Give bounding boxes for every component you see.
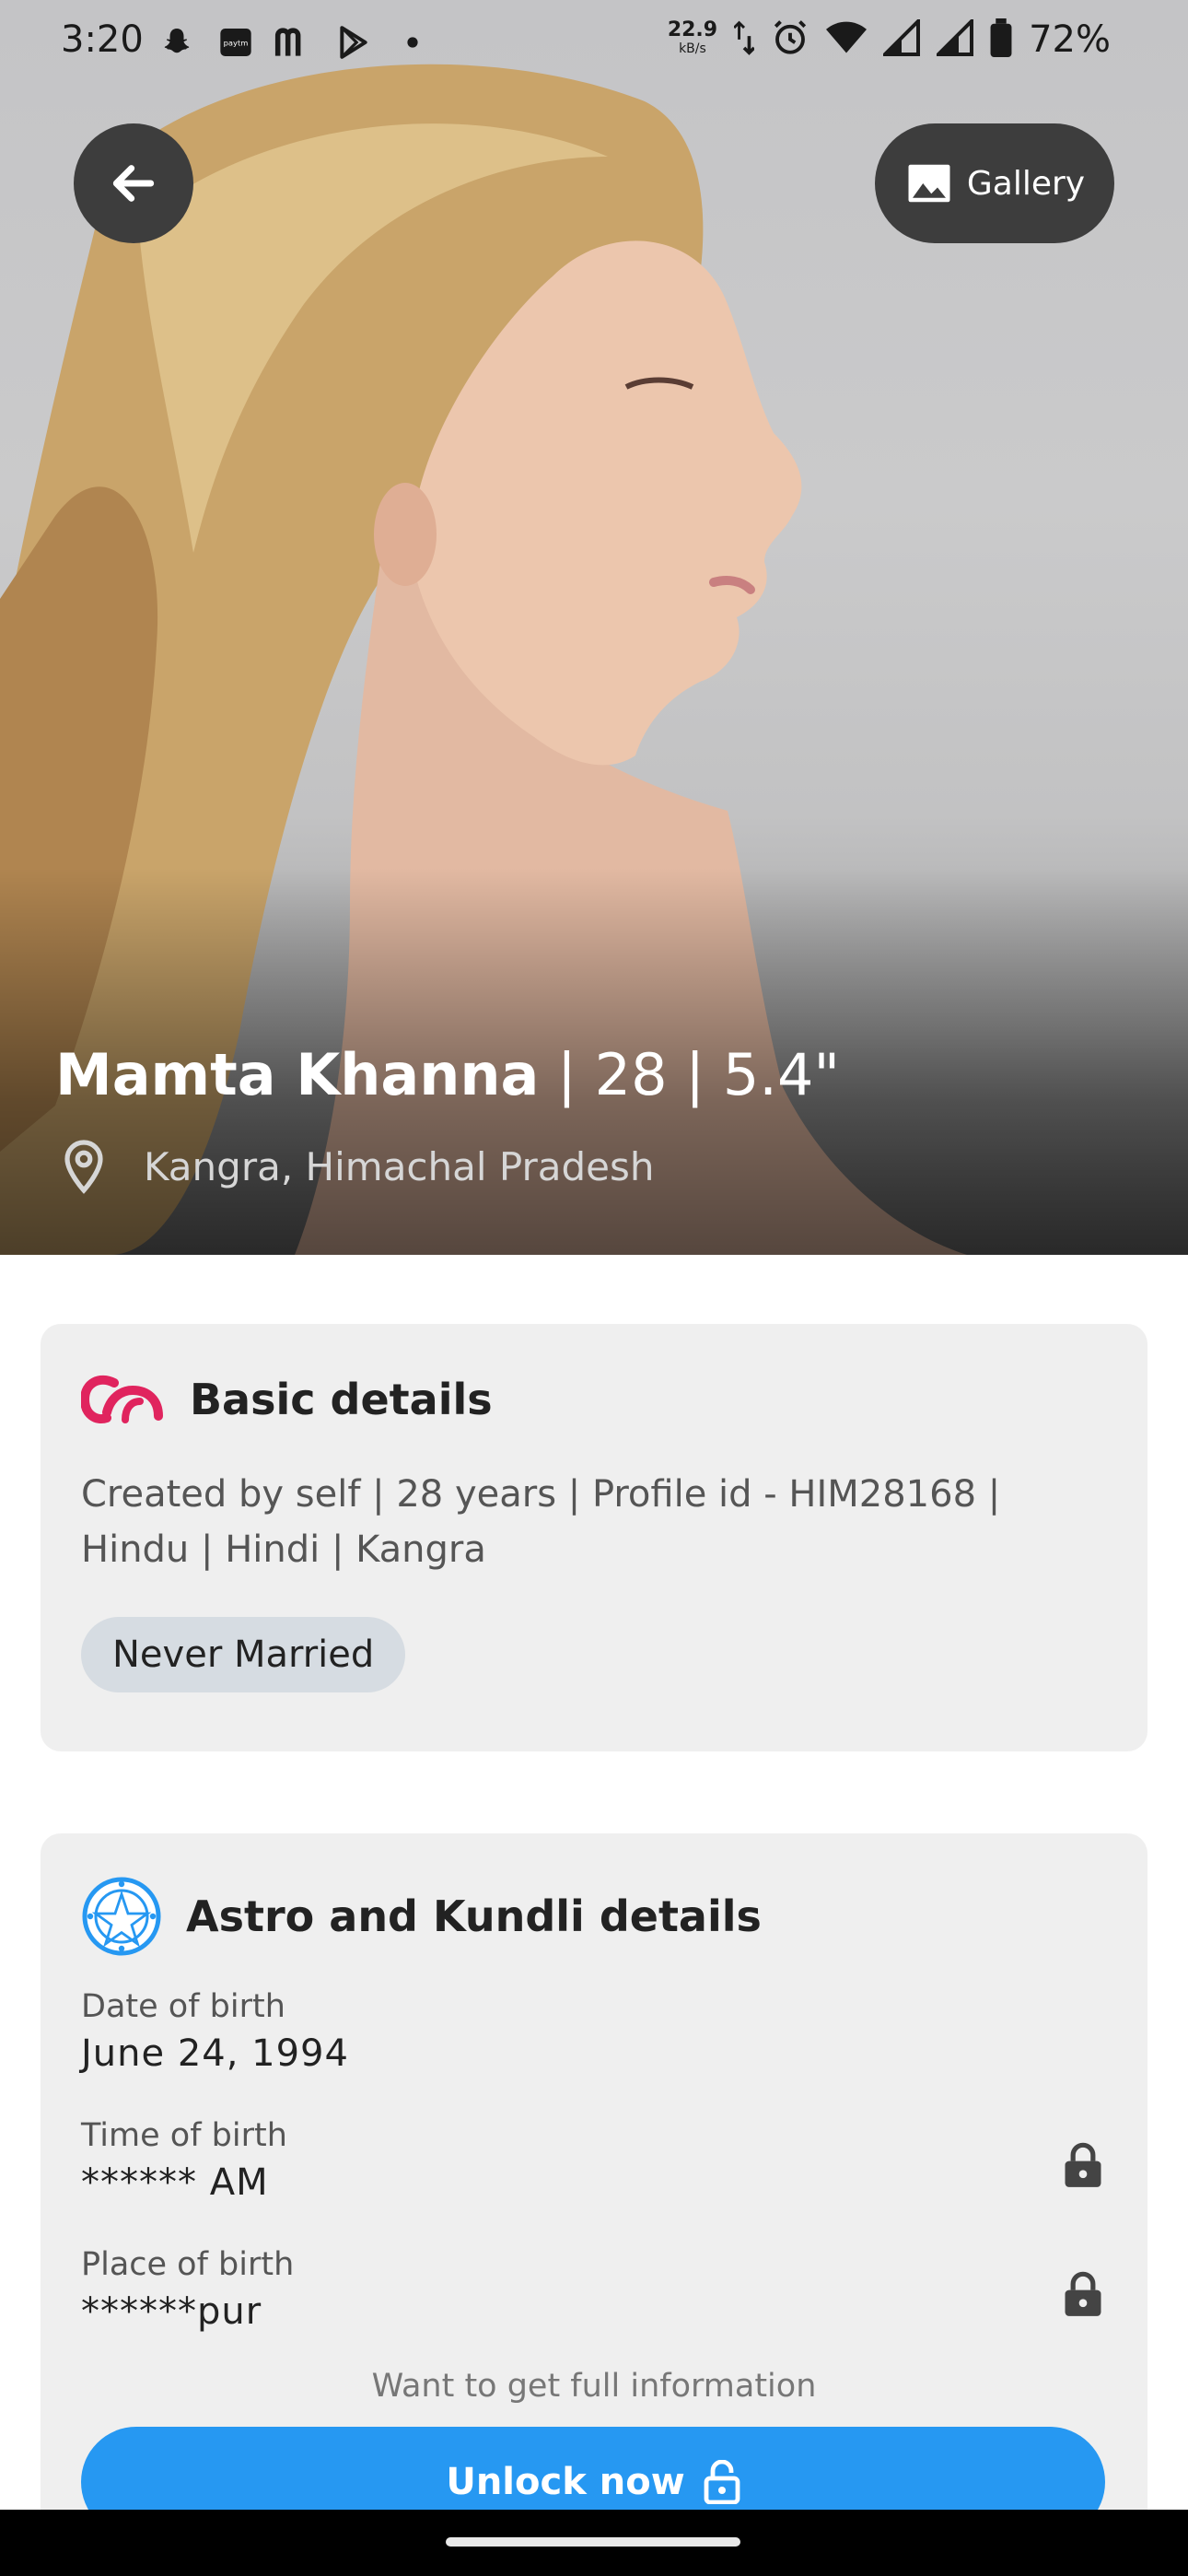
svg-text:paytm: paytm: [224, 38, 249, 47]
zodiac-wheel-icon: [82, 1877, 161, 1956]
back-button[interactable]: [74, 123, 193, 243]
status-time: 3:20: [61, 18, 144, 61]
net-speed-unit: kB/s: [679, 41, 706, 56]
field-label: Time of birth: [81, 2117, 287, 2154]
lock-icon[interactable]: [1063, 2141, 1103, 2189]
alarm-icon: [771, 18, 809, 61]
image-icon: [908, 164, 950, 203]
gallery-label: Gallery: [966, 164, 1086, 203]
unlock-prompt: Want to get full information: [371, 2368, 817, 2405]
gallery-button[interactable]: Gallery: [875, 123, 1114, 243]
profile-age-height: | 28 | 5.4": [539, 1041, 840, 1108]
brand-logo-icon: [81, 1375, 163, 1423]
signal-icon: [880, 17, 921, 60]
basic-details-description: Created by self | 28 years | Profile id …: [81, 1473, 1001, 1571]
place-of-birth-field: Place of birth ******pur: [81, 2246, 1103, 2333]
arrow-left-icon: [112, 165, 155, 202]
profile-hero: 3:20 paytm 22.9 kB/s 72% Gallery Mamta K…: [0, 0, 1188, 1255]
wifi-icon: [826, 19, 868, 60]
field-label: Place of birth: [81, 2246, 295, 2283]
battery-icon: [990, 18, 1012, 61]
location-pin-icon: [64, 1140, 103, 1194]
field-value: ****** AM: [81, 2161, 269, 2204]
astro-details-title: Astro and Kundli details: [186, 1891, 762, 1941]
profile-location: Kangra, Himachal Pradesh: [61, 1139, 655, 1194]
basic-details-title: Basic details: [190, 1375, 493, 1424]
time-of-birth-field: Time of birth ****** AM: [81, 2117, 1103, 2204]
network-speed: 22.9 kB/s: [667, 18, 718, 58]
basic-details-header: Basic details: [81, 1372, 493, 1427]
net-speed-value: 22.9: [667, 18, 718, 41]
paytm-icon: paytm: [215, 22, 256, 63]
lock-icon[interactable]: [1063, 2270, 1103, 2318]
m-app-icon: [274, 22, 315, 63]
date-of-birth-field: Date of birth June 24, 1994: [81, 1988, 1103, 2075]
basic-details-card: Basic details Created by self | 28 years…: [41, 1324, 1147, 1751]
home-gesture-handle[interactable]: [446, 2537, 740, 2547]
play-store-icon: [333, 22, 374, 63]
unlock-icon: [704, 2460, 740, 2504]
unlock-label: Unlock now: [446, 2461, 685, 2503]
snapchat-icon: [157, 22, 197, 63]
field-value: June 24, 1994: [81, 2032, 349, 2075]
signal-icon: [934, 17, 974, 60]
profile-name: Mamta Khanna: [55, 1041, 540, 1108]
field-label: Date of birth: [81, 1988, 285, 2025]
location-text: Kangra, Himachal Pradesh: [144, 1143, 655, 1189]
status-bar: 3:20 paytm 22.9 kB/s 72%: [0, 0, 1188, 88]
astro-details-header: Astro and Kundli details: [81, 1876, 762, 1957]
profile-name-line: Mamta Khanna | 28 | 5.4": [55, 1041, 840, 1108]
data-arrows-icon: [733, 19, 756, 60]
field-value: ******pur: [81, 2290, 262, 2333]
battery-percent: 72%: [1029, 18, 1111, 61]
astro-details-card: Astro and Kundli details Date of birth J…: [41, 1833, 1147, 2537]
marital-status-chip: Never Married: [81, 1617, 406, 1692]
dot-icon: [392, 22, 433, 63]
